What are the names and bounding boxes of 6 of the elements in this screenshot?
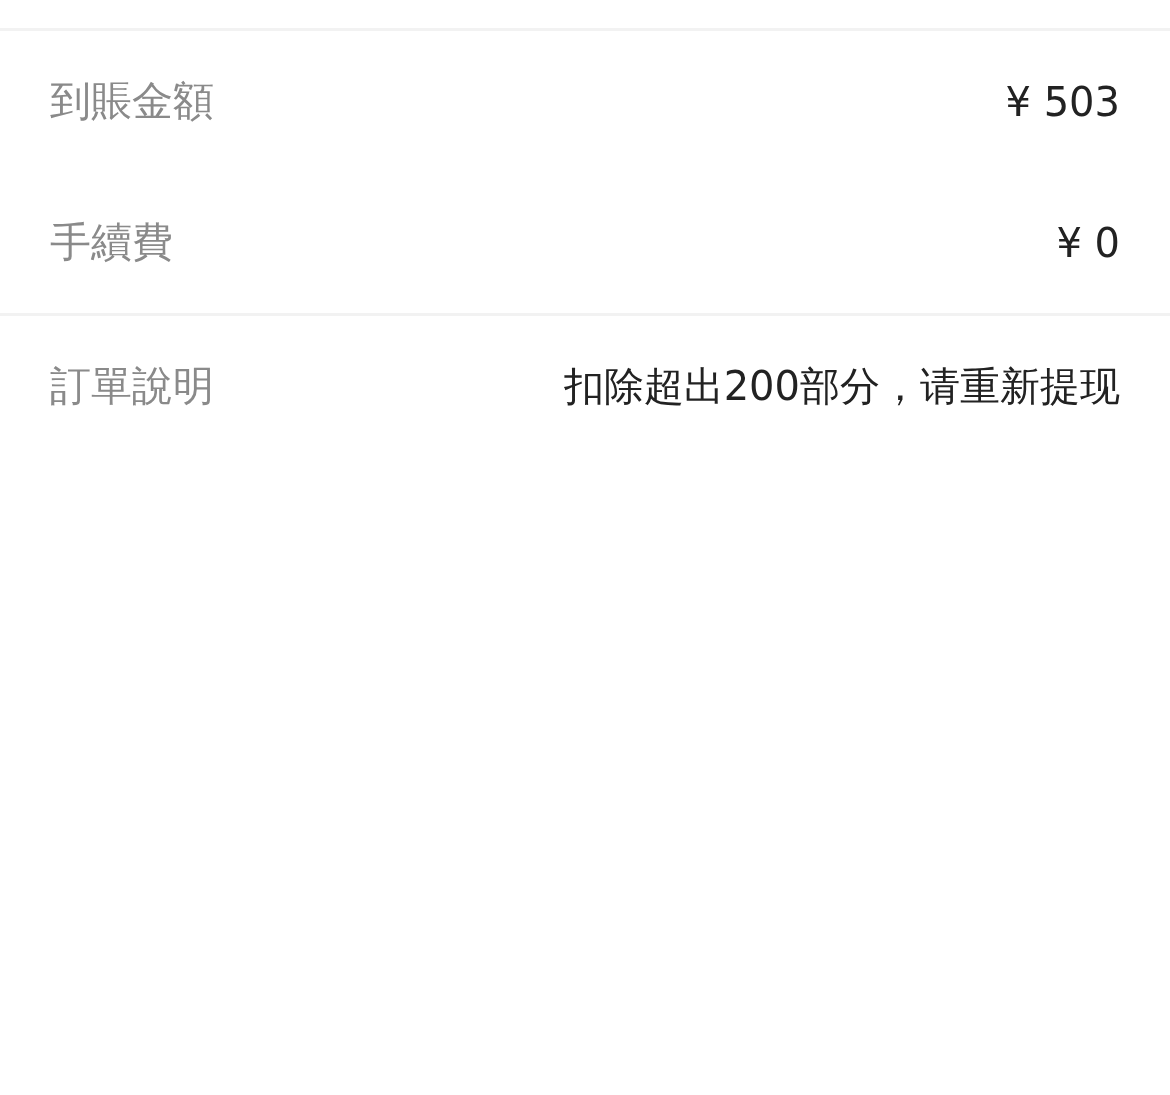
field-label: 手續費 (50, 217, 173, 268)
field-label: 訂單說明 (50, 361, 214, 412)
field-value: ¥ 503 (1005, 78, 1120, 125)
field-label: 到賬金額 (50, 76, 214, 127)
field-value: 扣除超出200部分，请重新提现 (563, 362, 1120, 411)
field-value: ¥ 0 (1056, 219, 1120, 266)
